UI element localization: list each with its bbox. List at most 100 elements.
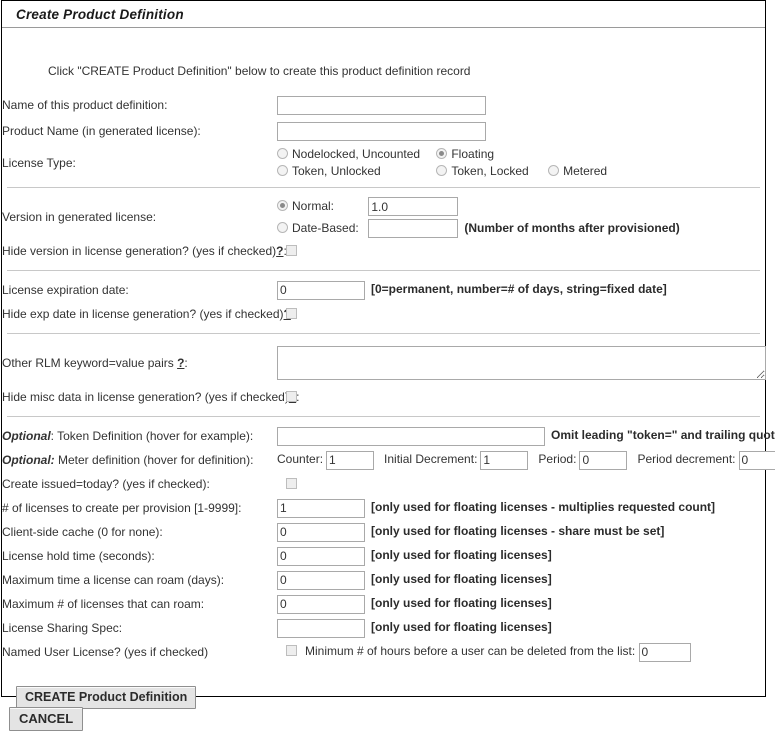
hide-version-label: Hide version in license generation? (yes… — [2, 239, 287, 263]
meter-period-decrement-label: Period decrement: — [637, 452, 736, 467]
max-roam-count-input[interactable] — [277, 594, 365, 614]
product-name-input[interactable] — [277, 121, 486, 141]
radio-metered[interactable]: Metered — [548, 164, 607, 178]
token-definition-hint: Omit leading "token=" and trailing quote… — [551, 428, 775, 443]
radio-label-nodelocked-uncounted: Nodelocked, Uncounted — [292, 147, 421, 161]
radio-nodelocked-uncounted[interactable]: Nodelocked, Uncounted — [277, 146, 421, 163]
row-hold-time: License hold time (seconds): [only used … — [2, 544, 765, 568]
meter-period-label: Period: — [538, 452, 577, 467]
name-input[interactable] — [277, 95, 486, 115]
hide-expiration-label-text: Hide exp date in license generation? (ye… — [2, 307, 284, 321]
row-max-roam-count: Maximum # of licenses that can roam: [on… — [2, 592, 765, 616]
version-date-input[interactable] — [368, 219, 459, 239]
named-user-field-cell: Minimum # of hours before a user can be … — [277, 640, 765, 664]
product-name-field-cell — [277, 120, 765, 142]
create-product-definition-page: Create Product Definition Click "CREATE … — [0, 0, 775, 734]
radio-icon-nodelocked-uncounted[interactable] — [277, 148, 288, 159]
name-label: Name of this product definition: — [2, 98, 168, 112]
rlm-pairs-label-colon: : — [184, 356, 188, 370]
hide-expiration-checkbox[interactable] — [286, 308, 297, 319]
issued-today-label: Create issued=today? (yes if checked): — [2, 477, 210, 491]
cancel-button[interactable]: CANCEL — [9, 707, 84, 731]
hide-expiration-label: Hide exp date in license generation? (ye… — [2, 302, 294, 326]
min-hours-input[interactable] — [638, 642, 691, 662]
version-options: Normal: Date-Based: (Number of months af… — [277, 195, 765, 239]
num-licenses-input[interactable] — [277, 498, 365, 518]
row-version: Version in generated license: Normal: Da… — [2, 195, 765, 239]
hide-version-checkbox[interactable] — [286, 245, 297, 256]
hide-misc-field-cell — [277, 385, 765, 409]
min-hours-label: Minimum # of hours before a user can be … — [305, 644, 636, 659]
radio-icon-floating[interactable] — [436, 148, 448, 159]
radio-icon-version-date-based[interactable] — [277, 222, 288, 233]
issued-today-checkbox[interactable] — [286, 478, 297, 489]
radio-label-version-date-based: Date-Based: — [292, 221, 359, 235]
radio-label-version-normal: Normal: — [292, 199, 335, 213]
meter-initial-decrement-input[interactable] — [480, 450, 529, 470]
radio-label-floating: Floating — [451, 147, 495, 161]
expiration-hint: [0=permanent, number=# of days, string=f… — [371, 282, 667, 297]
license-type-options: Nodelocked, Uncounted Floating Token, Un… — [277, 146, 765, 180]
divider-4 — [2, 409, 765, 424]
radio-token-unlocked[interactable]: Token, Unlocked — [277, 163, 417, 180]
token-definition-input[interactable] — [277, 426, 545, 446]
section-divider — [7, 270, 760, 271]
hold-time-input[interactable] — [277, 546, 365, 566]
radio-icon-token-unlocked[interactable] — [277, 165, 288, 176]
divider-1 — [2, 180, 765, 195]
divider-2 — [2, 263, 765, 278]
meter-definition-label-text: Meter definition (hover for definition): — [54, 453, 254, 467]
meter-period-input[interactable] — [579, 450, 628, 470]
client-cache-input[interactable] — [277, 522, 365, 542]
meter-initial-decrement-label: Initial Decrement: — [384, 452, 478, 467]
expiration-input[interactable] — [277, 280, 365, 300]
version-normal-input[interactable] — [368, 197, 459, 217]
cancel-button-wrap: CANCEL — [9, 707, 84, 731]
meter-definition-label: Optional: Meter definition (hover for de… — [2, 448, 277, 472]
radio-floating[interactable]: Floating — [436, 147, 494, 161]
row-hide-misc: Hide misc data in license generation? (y… — [2, 385, 765, 409]
version-date-hint: (Number of months after provisioned) — [464, 221, 680, 235]
rlm-pairs-textarea[interactable] — [277, 346, 766, 380]
max-roam-time-input[interactable] — [277, 570, 365, 590]
radio-version-normal[interactable]: Normal: — [277, 195, 365, 217]
issued-today-field-cell — [277, 472, 765, 496]
version-label: Version in generated license: — [2, 210, 157, 224]
radio-label-metered: Metered — [563, 164, 608, 178]
create-button-wrap: CREATE Product Definition — [2, 664, 765, 709]
radio-version-date-based[interactable]: Date-Based: — [277, 217, 365, 239]
radio-token-locked[interactable]: Token, Locked — [436, 164, 532, 178]
radio-icon-version-normal[interactable] — [277, 200, 288, 211]
sharing-spec-label: License Sharing Spec: — [2, 621, 123, 635]
max-roam-time-hint: [only used for floating licenses] — [371, 572, 552, 587]
intro-text: Click "CREATE Product Definition" below … — [48, 64, 471, 78]
section-divider — [7, 187, 760, 188]
create-product-definition-button[interactable]: CREATE Product Definition — [16, 686, 197, 709]
meter-definition-field-cell: Counter: Initial Decrement: Period: Period … — [277, 448, 775, 472]
radio-icon-token-locked[interactable] — [436, 165, 448, 176]
hide-misc-label: Hide misc data in license generation? (y… — [2, 385, 300, 409]
num-licenses-field-cell: [only used for floating licenses - multi… — [277, 496, 765, 520]
max-roam-count-label: Maximum # of licenses that can roam: — [2, 597, 205, 611]
row-hide-version: Hide version in license generation? (yes… — [2, 239, 765, 263]
rlm-pairs-field-cell — [277, 341, 766, 385]
section-divider — [7, 416, 760, 417]
row-hide-expiration: Hide exp date in license generation? (ye… — [2, 302, 765, 326]
max-roam-count-field-cell: [only used for floating licenses] — [277, 592, 765, 616]
radio-label-token-locked: Token, Locked — [451, 164, 529, 178]
meter-counter-input[interactable] — [326, 450, 375, 470]
row-meter-definition: Optional: Meter definition (hover for de… — [2, 448, 775, 472]
max-roam-time-field-cell: [only used for floating licenses] — [277, 568, 765, 592]
radio-icon-metered[interactable] — [548, 165, 560, 176]
section-divider — [7, 333, 760, 334]
hide-misc-checkbox[interactable] — [286, 391, 297, 402]
sharing-spec-input[interactable] — [277, 618, 365, 638]
hide-expiration-field-cell — [277, 302, 765, 326]
sharing-spec-field-cell: [only used for floating licenses] — [277, 616, 765, 640]
row-name: Name of this product definition: — [2, 94, 765, 116]
named-user-checkbox[interactable] — [286, 645, 297, 657]
row-sharing-spec: License Sharing Spec: [only used for flo… — [2, 616, 765, 640]
hide-misc-label-text: Hide misc data in license generation? (y… — [2, 390, 289, 404]
meter-period-decrement-input[interactable] — [738, 450, 775, 470]
max-roam-count-hint: [only used for floating licenses] — [371, 596, 552, 611]
